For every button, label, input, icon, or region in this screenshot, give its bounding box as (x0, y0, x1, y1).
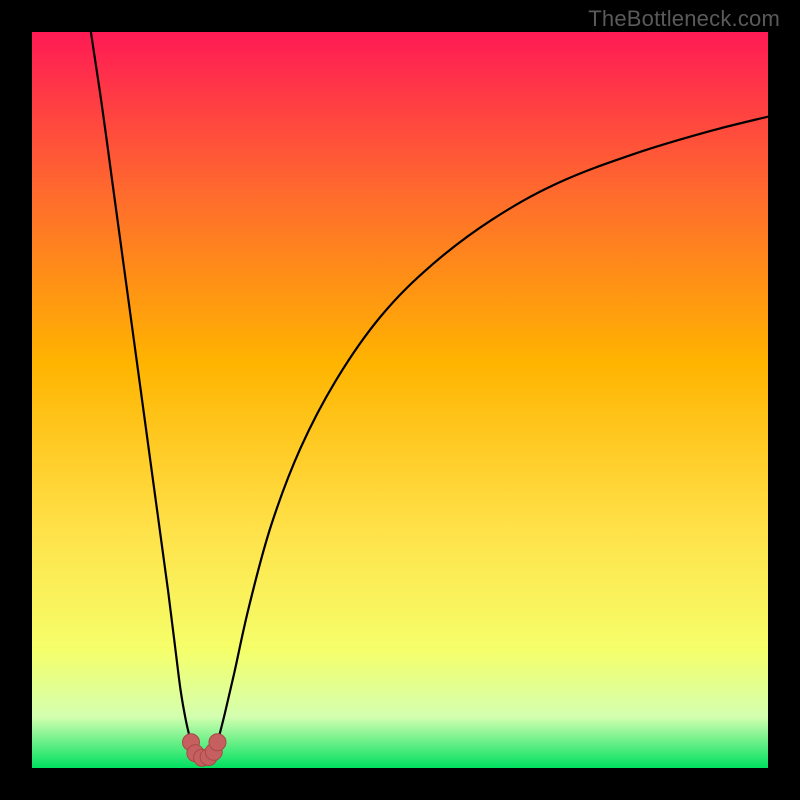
outer-frame: TheBottleneck.com (0, 0, 800, 800)
plot-area (32, 32, 768, 768)
watermark-text: TheBottleneck.com (588, 6, 780, 32)
chart-svg (32, 32, 768, 768)
valley-marker (209, 734, 226, 751)
